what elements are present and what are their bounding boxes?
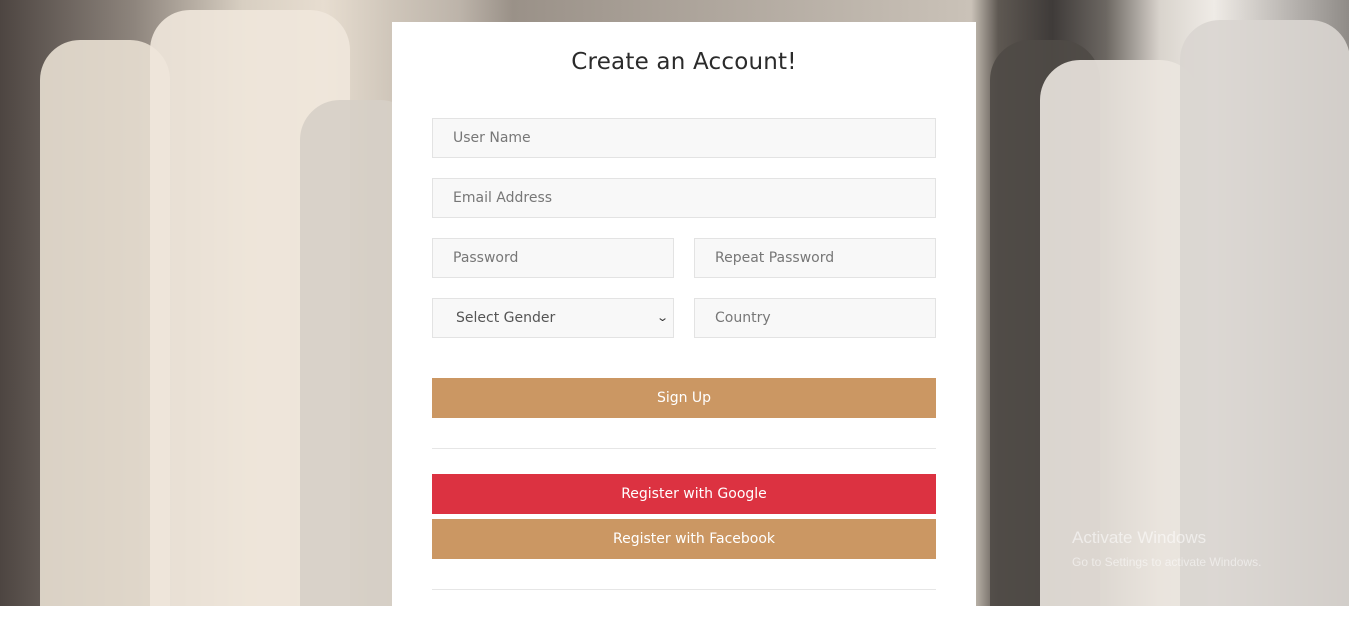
chevron-down-icon: ⌄: [655, 311, 669, 324]
register-google-button[interactable]: Register with Google: [432, 474, 936, 514]
password-row: Password Repeat Password: [432, 238, 936, 278]
sign-up-button[interactable]: Sign Up: [432, 378, 936, 418]
register-facebook-button[interactable]: Register with Facebook: [432, 519, 936, 559]
gender-select-value: Select Gender: [456, 310, 556, 326]
page-title: Create an Account!: [571, 49, 797, 75]
divider: [432, 448, 936, 449]
gender-select[interactable]: Select Gender ⌄: [432, 298, 674, 338]
repeat-password-input[interactable]: Repeat Password: [694, 238, 936, 278]
activate-windows-subtext: Go to Settings to activate Windows.: [1072, 555, 1262, 569]
password-input[interactable]: Password: [432, 238, 674, 278]
gender-country-row: Select Gender ⌄ Country: [432, 298, 936, 338]
activate-windows-watermark: Activate Windows: [1072, 528, 1207, 547]
email-input[interactable]: Email Address: [432, 178, 936, 218]
divider-bottom: [432, 589, 936, 590]
register-card: Create an Account! User Name Email Addre…: [392, 22, 976, 622]
username-input[interactable]: User Name: [432, 118, 936, 158]
country-input[interactable]: Country: [694, 298, 936, 338]
